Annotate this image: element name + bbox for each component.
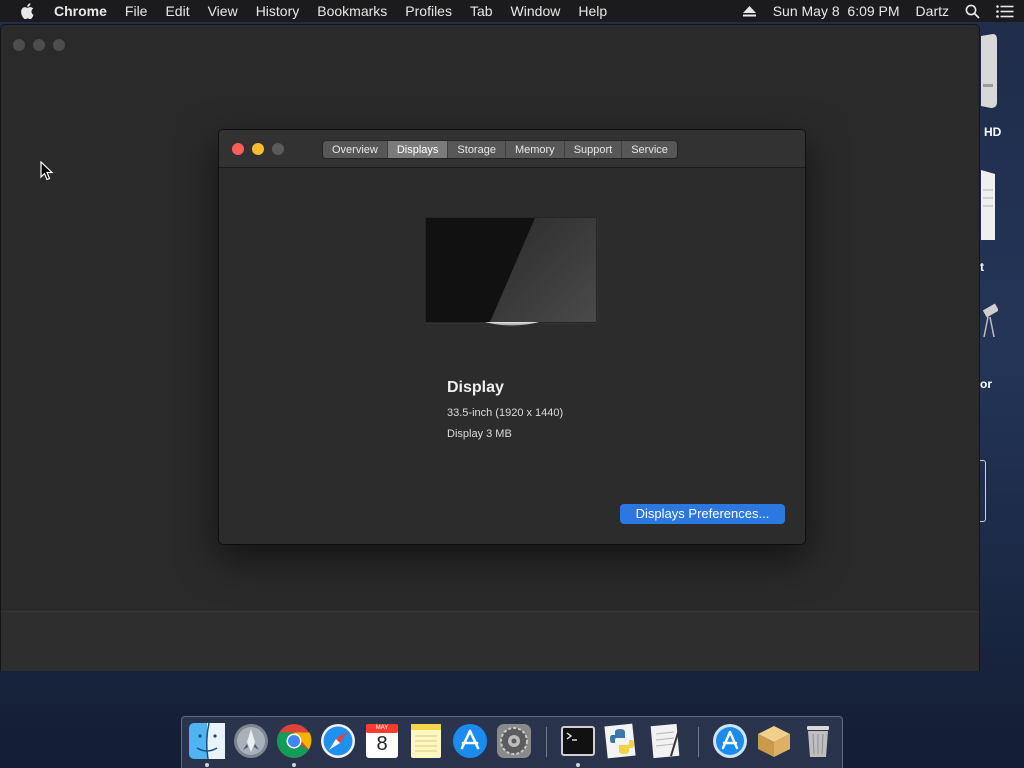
script-editor-icon[interactable] [647,722,685,760]
dock-separator-2 [698,727,699,757]
dock-separator [546,727,547,757]
tab-displays[interactable]: Displays [387,141,449,158]
app-store-icon[interactable] [451,722,489,760]
desktop-label-hd: HD [984,125,1002,139]
dialog-close-button[interactable] [232,143,244,155]
menu-profiles[interactable]: Profiles [405,3,452,19]
menu-file[interactable]: File [125,3,148,19]
calendar-icon[interactable]: MAY 8 [363,722,401,760]
display-memory: Display 3 MB [447,428,512,440]
menu-edit[interactable]: Edit [165,3,189,19]
chrome-running-indicator [292,763,296,767]
menu-history[interactable]: History [256,3,300,19]
dialog-window-controls [232,143,284,155]
telescope-icon[interactable] [980,303,999,342]
menu-bar: Chrome File Edit View History Bookmarks … [0,0,1024,22]
zoom-button[interactable] [53,39,65,51]
displays-preferences-button[interactable]: Displays Preferences... [620,504,785,524]
dialog-zoom-button[interactable] [272,143,284,155]
finder-running-indicator [205,763,209,767]
menu-app-chrome[interactable]: Chrome [54,3,107,19]
launchpad-icon[interactable] [232,722,270,760]
menu-tab[interactable]: Tab [470,3,493,19]
calendar-day: 8 [376,733,388,755]
eject-icon[interactable] [742,5,757,17]
dock: MAY 8 [181,716,843,768]
dialog-tab-bar: Overview Displays Storage Memory Support… [322,140,678,159]
notes-icon[interactable] [407,722,445,760]
search-icon[interactable] [965,4,980,19]
display-monitor-icon [424,216,599,327]
chrome-window-controls [13,39,65,51]
chrome-icon[interactable] [275,722,313,760]
tab-storage[interactable]: Storage [448,141,506,158]
tab-service[interactable]: Service [622,141,677,158]
document-icon[interactable] [981,170,995,245]
hard-drive-icon[interactable] [981,34,997,113]
menu-window[interactable]: Window [511,3,561,19]
finder-icon[interactable] [188,722,226,760]
safari-icon[interactable] [319,722,357,760]
system-preferences-icon[interactable] [495,722,533,760]
tab-overview[interactable]: Overview [323,141,388,158]
calendar-month: MAY [375,725,389,731]
terminal-running-indicator [576,763,580,767]
trash-icon[interactable] [799,722,837,760]
about-this-mac-dialog: Overview Displays Storage Memory Support… [218,129,806,545]
desktop-label-or: or [980,377,992,391]
notification-center-icon[interactable] [996,4,1014,18]
apple-icon[interactable] [20,3,38,19]
minimize-button[interactable] [33,39,45,51]
chrome-window-bottom [1,611,979,671]
dialog-titlebar: Overview Displays Storage Memory Support… [219,130,805,168]
terminal-icon[interactable] [559,722,597,760]
desktop-label-t: t [980,260,984,274]
menu-help[interactable]: Help [578,3,607,19]
menu-view[interactable]: View [208,3,238,19]
python-launcher-icon[interactable] [603,722,641,760]
tab-support[interactable]: Support [565,141,623,158]
user-name[interactable]: Dartz [916,3,949,19]
installer-icon[interactable] [755,722,793,760]
tab-memory[interactable]: Memory [506,141,565,158]
close-button[interactable] [13,39,25,51]
mouse-cursor-icon [40,160,54,186]
dialog-minimize-button[interactable] [252,143,264,155]
clock[interactable]: Sun May 8 6:09 PM [773,3,900,19]
menu-bookmarks[interactable]: Bookmarks [317,3,387,19]
display-name: Display [447,379,504,396]
display-size: 33.5-inch (1920 x 1440) [447,407,564,419]
applications-folder-icon[interactable] [711,722,749,760]
